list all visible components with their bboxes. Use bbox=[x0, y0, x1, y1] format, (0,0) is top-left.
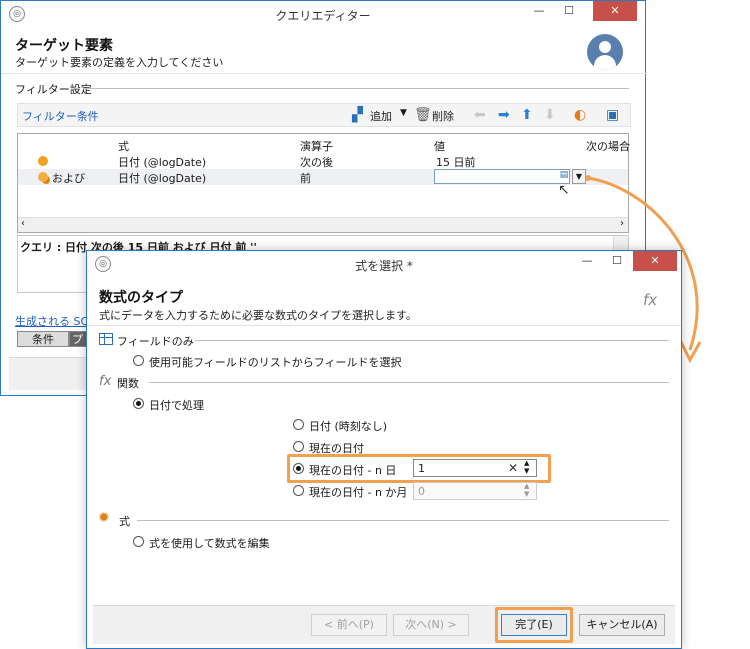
radio-current-date-minus-days[interactable] bbox=[293, 463, 304, 474]
add-icon[interactable]: ▞ bbox=[352, 107, 363, 123]
finish-button[interactable]: 完了(E) bbox=[501, 614, 567, 636]
option-fields-label[interactable]: 使用可能フィールドのリストからフィールドを選択 bbox=[149, 354, 402, 370]
gear-icon: ✹ bbox=[98, 510, 110, 526]
clear-icon[interactable]: ✕ bbox=[508, 461, 518, 475]
months-value: 0 bbox=[418, 485, 425, 498]
header-title: ターゲット要素 bbox=[15, 38, 113, 54]
header-subtitle: ターゲット要素の定義を入力してください bbox=[15, 56, 224, 69]
column-header-expression[interactable]: 式 bbox=[118, 138, 129, 154]
months-stepper[interactable]: 0 ▲ ▼ bbox=[413, 482, 537, 500]
option-current-date-minus-months-label[interactable]: 現在の日付 - n か月 bbox=[309, 484, 407, 500]
refresh-icon[interactable]: ◐ bbox=[574, 107, 586, 123]
days-stepper[interactable]: 1 ✕ ▲ ▼ bbox=[413, 459, 537, 477]
filter-toolbar: フィルター条件 ▞ 追加 ▼ 🗑 削除 ⬅ ➡ ⬆ ⬇ ◐ ▣ bbox=[17, 103, 631, 127]
horizontal-scrollbar[interactable]: ‹ › bbox=[18, 217, 628, 232]
radio-current-date[interactable] bbox=[293, 441, 304, 452]
dialog-header-title: 数式のタイプ bbox=[99, 290, 183, 306]
user-avatar-icon bbox=[587, 34, 623, 70]
scroll-left-icon[interactable]: ‹ bbox=[21, 218, 25, 229]
row-operator: 次の後 bbox=[300, 156, 333, 169]
option-current-date-minus-days-label[interactable]: 現在の日付 - n 日 bbox=[309, 462, 396, 478]
section-expression-divider bbox=[137, 520, 669, 521]
row-prefix: および bbox=[52, 172, 85, 185]
row-operator: 前 bbox=[300, 172, 311, 185]
section-functions-label: 関数 bbox=[117, 377, 139, 390]
dialog-header-divider bbox=[87, 325, 681, 326]
generated-sql-link[interactable]: 生成される SQL bbox=[15, 313, 95, 329]
condition-dot-icon bbox=[38, 156, 48, 166]
trash-icon[interactable]: 🗑 bbox=[414, 107, 432, 123]
function-fx-icon: fx bbox=[99, 374, 112, 389]
prev-button[interactable]: < 前へ(P) bbox=[311, 614, 387, 636]
stepper-arrows-icon[interactable]: ▲ ▼ bbox=[524, 459, 529, 475]
add-dropdown-chevron-icon[interactable]: ▼ bbox=[400, 108, 407, 118]
filter-section-label: フィルター設定 bbox=[15, 83, 92, 96]
select-expression-dialog: ◎ 式を選択 * — ☐ ✕ 数式のタイプ 式にデータを入力するために必要な数式… bbox=[86, 250, 682, 649]
and-condition-icon bbox=[38, 172, 48, 182]
days-value: 1 bbox=[418, 462, 425, 475]
section-expression-label: 式 bbox=[119, 515, 130, 528]
radio-fields[interactable] bbox=[133, 355, 144, 366]
dialog-close-button[interactable]: ✕ bbox=[633, 251, 677, 271]
close-button[interactable]: ✕ bbox=[593, 1, 637, 21]
fx-icon: fx bbox=[643, 291, 658, 309]
value-input[interactable] bbox=[434, 169, 570, 184]
table-icon bbox=[99, 333, 113, 345]
add-button[interactable]: 追加 bbox=[370, 108, 392, 124]
save-icon[interactable]: ▣ bbox=[606, 107, 619, 123]
arrow-down-icon[interactable]: ⬇ bbox=[544, 107, 556, 123]
option-date-no-time-label[interactable]: 日付 (時刻なし) bbox=[309, 418, 387, 434]
dialog-maximize-button[interactable]: ☐ bbox=[603, 251, 631, 271]
tab-conditions[interactable]: 条件 bbox=[17, 331, 69, 347]
minimize-button[interactable]: — bbox=[525, 1, 553, 21]
next-button[interactable]: 次へ(N) > bbox=[393, 614, 469, 636]
dialog-header-subtitle: 式にデータを入力するために必要な数式のタイプを選択します。 bbox=[99, 309, 417, 322]
radio-date-no-time[interactable] bbox=[293, 419, 304, 430]
option-date-process-label[interactable]: 日付で処理 bbox=[149, 397, 204, 413]
radio-current-date-minus-months[interactable] bbox=[293, 485, 304, 496]
title-bar: ◎ クエリエディター — ☐ ✕ bbox=[1, 1, 645, 27]
months-stepper-arrows-icon[interactable]: ▲ ▼ bbox=[524, 482, 529, 498]
arrow-up-icon[interactable]: ⬆ bbox=[521, 107, 533, 123]
edit-expression-icon[interactable]: ▤ bbox=[558, 170, 570, 182]
section-functions-divider bbox=[149, 382, 669, 383]
row-expression: 日付 (@logDate) bbox=[118, 172, 207, 185]
row-value: 15 日前 bbox=[436, 156, 476, 169]
dialog-title-bar: ◎ 式を選択 * — ☐ ✕ bbox=[87, 251, 681, 277]
header-divider bbox=[1, 73, 647, 74]
row-expression: 日付 (@logDate) bbox=[118, 156, 207, 169]
table-row[interactable]: 日付 (@logDate) 次の後 15 日前 bbox=[18, 153, 628, 169]
cancel-button[interactable]: キャンセル(A) bbox=[579, 614, 665, 636]
delete-button[interactable]: 削除 bbox=[432, 108, 454, 124]
radio-date-process[interactable] bbox=[133, 398, 144, 409]
arrow-left-icon[interactable]: ⬅ bbox=[474, 107, 486, 123]
table-row[interactable]: および 日付 (@logDate) 前 ▤ ▼ bbox=[18, 169, 628, 185]
filter-section-divider bbox=[83, 88, 629, 89]
column-header-operator[interactable]: 演算子 bbox=[300, 138, 333, 154]
maximize-button[interactable]: ☐ bbox=[555, 1, 583, 21]
section-fields-divider bbox=[195, 340, 669, 341]
column-header-value[interactable]: 値 bbox=[434, 138, 445, 154]
dialog-minimize-button[interactable]: — bbox=[573, 251, 601, 271]
arrow-right-icon[interactable]: ➡ bbox=[498, 107, 510, 123]
column-header-next[interactable]: 次の場合 bbox=[586, 138, 630, 154]
option-expression-label[interactable]: 式を使用して数式を編集 bbox=[149, 535, 270, 551]
mouse-cursor-icon: ↖ bbox=[558, 182, 570, 198]
filter-conditions-link[interactable]: フィルター条件 bbox=[22, 108, 99, 124]
radio-expression[interactable] bbox=[133, 536, 144, 547]
conditions-grid: 式 演算子 値 次の場合 日付 (@logDate) 次の後 15 日前 および… bbox=[17, 133, 630, 233]
section-fields-label: フィールドのみ bbox=[117, 335, 194, 348]
